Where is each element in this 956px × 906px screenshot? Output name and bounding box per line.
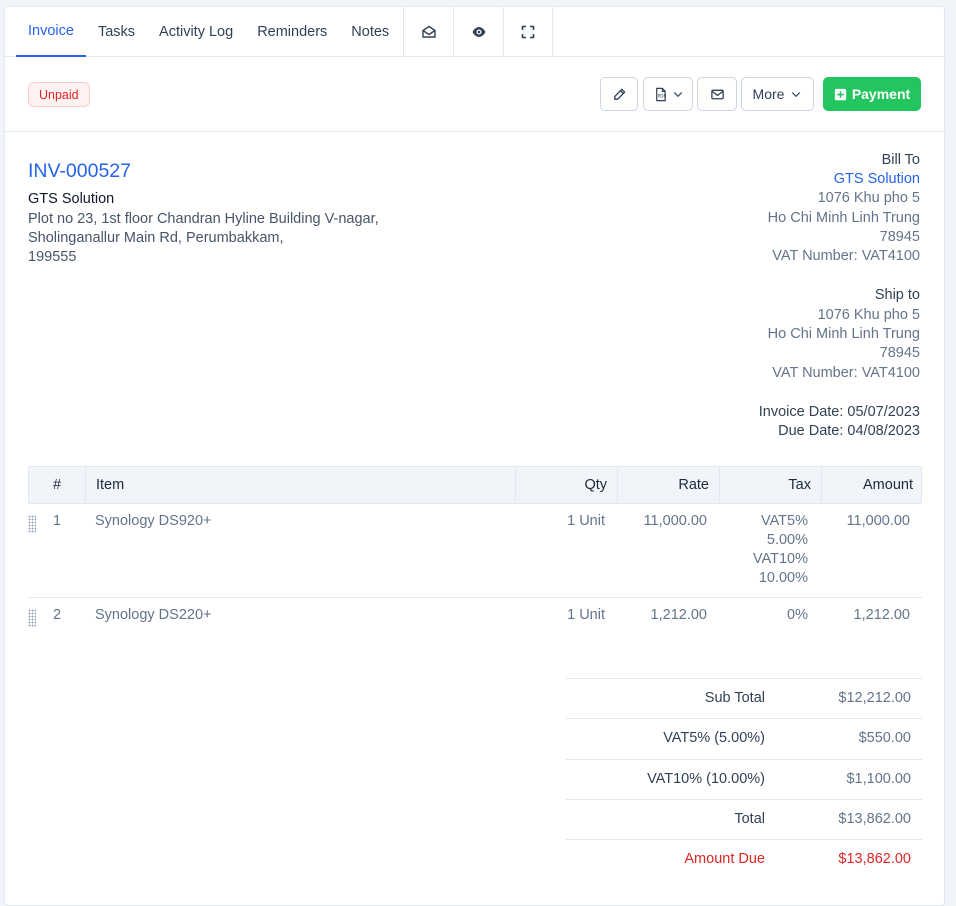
ship-to-heading: Ship to: [874, 287, 920, 303]
fullscreen-icon[interactable]: [503, 7, 554, 57]
row-divider: [28, 597, 922, 598]
row-amount: 1,212.00: [853, 607, 910, 623]
ship-to-line: 78945: [879, 345, 920, 361]
more-dropdown-button[interactable]: More: [741, 77, 814, 111]
row-number: 2: [53, 607, 62, 623]
col-header-qty: Qty: [515, 467, 617, 503]
ship-to-line: VAT Number: VAT4100: [772, 365, 920, 381]
drag-handle-icon[interactable]: [28, 515, 36, 533]
row-tax-rate: 10.00%: [758, 570, 808, 586]
tab-invoice[interactable]: Invoice: [16, 7, 86, 57]
due-date: Due Date: 04/08/2023: [778, 423, 920, 439]
total-value: $13,862.00: [838, 811, 911, 827]
row-tax-rate: 5.00%: [766, 532, 808, 548]
pdf-dropdown-button[interactable]: PDF: [643, 77, 693, 111]
amount-due-label: Amount Due: [684, 851, 765, 867]
items-table-header: # Item Qty Rate Tax Amount: [28, 466, 922, 504]
pdf-file-icon: PDF: [655, 87, 666, 101]
bill-to-line: VAT Number: VAT4100: [772, 248, 920, 264]
svg-text:PDF: PDF: [657, 93, 666, 98]
ship-to-line: 1076 Khu pho 5: [817, 307, 920, 323]
totals-divider: [566, 759, 922, 760]
tab-activity-log[interactable]: Activity Log: [147, 7, 245, 56]
row-tax-name: VAT5%: [760, 513, 808, 529]
row-qty: 1 Unit: [567, 607, 605, 623]
row-tax-name: VAT10%: [752, 551, 808, 567]
row-qty: 1 Unit: [567, 513, 605, 529]
bill-to-line: Ho Chi Minh Linh Trung: [767, 210, 920, 226]
more-label: More: [752, 86, 785, 102]
row-rate: 11,000.00: [643, 513, 707, 529]
subtotal-value: $12,212.00: [838, 690, 911, 706]
tax-vat10-value: $1,100.00: [846, 771, 911, 787]
totals-divider: [566, 799, 922, 800]
bill-to-heading: Bill To: [881, 152, 920, 168]
amount-due-value: $13,862.00: [838, 851, 911, 867]
totals-divider: [566, 839, 922, 840]
chevron-down-icon: [673, 92, 682, 98]
plus-square-icon: [834, 88, 846, 100]
edit-button[interactable]: [600, 77, 638, 111]
row-number: 1: [53, 513, 62, 529]
eye-icon[interactable]: [453, 7, 503, 57]
tax-vat5-value: $550.00: [858, 730, 911, 746]
col-header-number: #: [52, 477, 62, 493]
status-badge: Unpaid: [28, 82, 90, 107]
tab-tasks[interactable]: Tasks: [86, 7, 147, 56]
invoice-number[interactable]: INV-000527: [28, 160, 131, 183]
row-item-name: Synology DS920+: [95, 513, 212, 529]
chevron-down-icon: [792, 92, 801, 98]
ship-to-line: Ho Chi Minh Linh Trung: [767, 326, 920, 342]
tax-vat5-label: VAT5% (5.00%): [663, 730, 765, 746]
envelope-icon: [710, 89, 724, 99]
tab-bar: Invoice Tasks Activity Log Reminders Not…: [5, 7, 946, 57]
drag-handle-icon[interactable]: [28, 609, 36, 627]
col-header-amount: Amount: [821, 467, 923, 503]
company-address-line-1: Plot no 23, 1st floor Chandran Hyline Bu…: [28, 211, 379, 227]
col-header-item: Item: [85, 467, 515, 503]
invoice-date: Invoice Date: 05/07/2023: [758, 404, 920, 420]
tab-reminders[interactable]: Reminders: [245, 7, 339, 56]
company-name: GTS Solution: [28, 191, 115, 207]
payment-button[interactable]: Payment: [823, 77, 921, 111]
col-header-rate: Rate: [617, 467, 719, 503]
company-address-line-3: 199555: [28, 249, 77, 265]
subtotal-label: Sub Total: [704, 690, 765, 706]
col-header-tax: Tax: [719, 467, 821, 503]
invoice-card: Invoice Tasks Activity Log Reminders Not…: [4, 6, 946, 906]
tab-notes[interactable]: Notes: [339, 7, 403, 56]
email-button[interactable]: [697, 77, 737, 111]
payment-label: Payment: [851, 86, 911, 102]
row-item-name: Synology DS220+: [95, 607, 212, 623]
tax-vat10-label: VAT10% (10.00%): [647, 771, 765, 787]
row-rate: 1,212.00: [650, 607, 707, 623]
envelope-open-icon[interactable]: [403, 7, 453, 57]
row-amount: 11,000.00: [846, 513, 910, 529]
company-address-line-2: Sholinganallur Main Rd, Perumbakkam,: [28, 230, 284, 246]
totals-divider: [566, 678, 922, 679]
bill-to-line: 1076 Khu pho 5: [817, 190, 920, 206]
bill-to-customer-link[interactable]: GTS Solution: [834, 171, 920, 187]
totals-divider: [566, 718, 922, 719]
bill-to-line: 78945: [879, 229, 920, 245]
pencil-icon: [613, 87, 626, 100]
total-label: Total: [734, 811, 765, 827]
row-tax-rate: 0%: [787, 607, 808, 623]
invoice-toolbar: Unpaid PDF More Payment: [5, 57, 946, 132]
